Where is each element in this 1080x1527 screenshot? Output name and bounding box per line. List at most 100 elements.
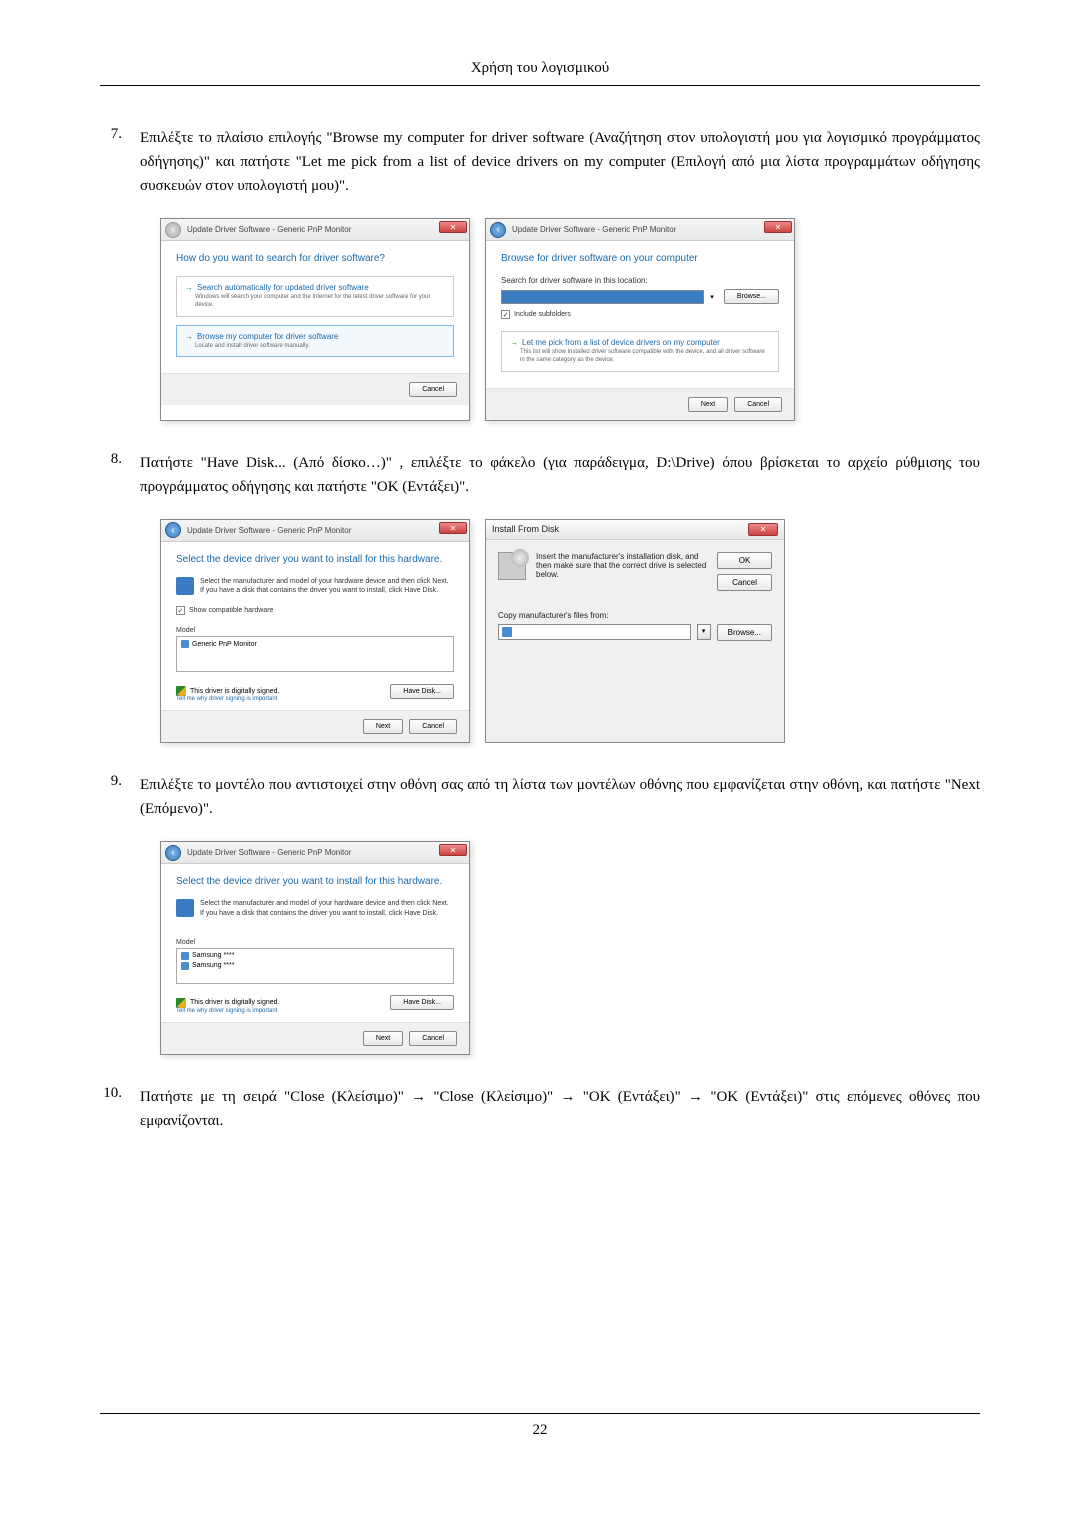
close-icon[interactable]: ✕ <box>748 523 778 536</box>
instruction-text: Insert the manufacturer's installation d… <box>536 552 707 579</box>
copy-from-label: Copy manufacturer's files from: <box>498 611 772 620</box>
instruction-text: Select the manufacturer and model of you… <box>200 577 454 597</box>
cancel-button[interactable]: Cancel <box>409 719 457 734</box>
titlebar: ‹ Update Driver Software - Generic PnP M… <box>161 219 469 241</box>
step-text: Επιλέξτε το μοντέλο που αντιστοιχεί στην… <box>140 773 980 821</box>
back-button[interactable]: ‹ <box>165 222 181 238</box>
dialog-heading: Select the device driver you want to ins… <box>176 876 454 887</box>
copy-from-combo[interactable] <box>498 624 691 640</box>
step-number: 8. <box>100 451 140 499</box>
signing-info-link[interactable]: Tell me why driver signing is important <box>176 1008 279 1014</box>
titlebar: ‹ Update Driver Software - Generic PnP M… <box>486 219 794 241</box>
back-button[interactable]: ‹ <box>490 222 506 238</box>
option-search-auto[interactable]: →Search automatically for updated driver… <box>176 276 454 317</box>
list-item[interactable]: Samsung **** <box>179 951 451 961</box>
dialog-select-model: ‹ Update Driver Software - Generic PnP M… <box>160 841 470 1055</box>
arrow-icon: → <box>510 338 518 347</box>
dropdown-arrow-icon[interactable]: ▾ <box>697 624 711 640</box>
option-pick-from-list[interactable]: → Let me pick from a list of device drive… <box>501 331 779 372</box>
page-header: Χρήση του λογισμικού <box>100 60 980 77</box>
model-listbox[interactable]: Samsung **** Samsung **** <box>176 948 454 984</box>
option-desc: Windows will search your computer and th… <box>195 294 445 310</box>
step-number: 7. <box>100 126 140 198</box>
next-button[interactable]: Next <box>363 719 403 734</box>
close-icon[interactable]: ✕ <box>764 221 792 233</box>
step-8: 8. Πατήστε "Have Disk... (Από δίσκο…)" ,… <box>100 451 980 499</box>
dialog-select-driver: ‹ Update Driver Software - Generic PnP M… <box>160 519 470 744</box>
device-icon <box>176 899 194 917</box>
monitor-icon <box>181 952 189 960</box>
step-9: 9. Επιλέξτε το μοντέλο που αντιστοιχεί σ… <box>100 773 980 821</box>
list-item-label: Samsung **** <box>192 962 234 969</box>
dialog-heading: Select the device driver you want to ins… <box>176 554 454 565</box>
have-disk-button[interactable]: Have Disk... <box>390 995 454 1010</box>
dialog-browse-driver: ‹ Update Driver Software - Generic PnP M… <box>485 218 795 421</box>
list-item-label: Samsung **** <box>192 952 234 959</box>
window-title: Install From Disk <box>492 524 559 534</box>
step-text: Πατήστε με τη σειρά "Close (Κλείσιμο)" →… <box>140 1085 980 1133</box>
step-7: 7. Επιλέξτε το πλαίσιο επιλογής "Browse … <box>100 126 980 198</box>
model-listbox[interactable]: Generic PnP Monitor <box>176 636 454 672</box>
browse-button[interactable]: Browse... <box>724 289 779 304</box>
titlebar: ‹ Update Driver Software - Generic PnP M… <box>161 520 469 542</box>
cancel-button[interactable]: Cancel <box>409 382 457 397</box>
next-button[interactable]: Next <box>688 397 728 412</box>
dialog-heading: Browse for driver software on your compu… <box>501 253 779 264</box>
checkbox-label: Show compatible hardware <box>189 607 273 614</box>
window-title: Update Driver Software - Generic PnP Mon… <box>187 225 351 234</box>
signing-info-link[interactable]: Tell me why driver signing is important <box>176 696 279 702</box>
shield-icon <box>176 686 186 696</box>
close-icon[interactable]: ✕ <box>439 221 467 233</box>
titlebar: Install From Disk ✕ <box>486 520 784 540</box>
signed-text: This driver is digitally signed. <box>190 688 279 695</box>
close-icon[interactable]: ✕ <box>439 522 467 534</box>
have-disk-button[interactable]: Have Disk... <box>390 684 454 699</box>
option-title: Let me pick from a list of device driver… <box>522 338 720 347</box>
page-number: 22 <box>533 1422 548 1438</box>
dialog-heading: How do you want to search for driver sof… <box>176 253 454 264</box>
close-icon[interactable]: ✕ <box>439 844 467 856</box>
device-icon <box>176 577 194 595</box>
folder-icon <box>502 627 512 637</box>
window-title: Update Driver Software - Generic PnP Mon… <box>512 225 676 234</box>
cancel-button[interactable]: Cancel <box>734 397 782 412</box>
shield-icon <box>176 998 186 1008</box>
back-button[interactable]: ‹ <box>165 845 181 861</box>
back-button[interactable]: ‹ <box>165 522 181 538</box>
dialog-search-driver: ‹ Update Driver Software - Generic PnP M… <box>160 218 470 421</box>
option-desc: Locate and install driver software manua… <box>195 343 445 351</box>
monitor-icon <box>181 962 189 970</box>
cancel-button[interactable]: Cancel <box>717 574 772 591</box>
include-subfolders-checkbox[interactable]: ✓ <box>501 310 510 319</box>
option-title: Browse my computer for driver software <box>197 332 338 341</box>
model-column-header: Model <box>176 939 454 946</box>
window-title: Update Driver Software - Generic PnP Mon… <box>187 526 351 535</box>
next-button[interactable]: Next <box>363 1031 403 1046</box>
browse-button[interactable]: Browse... <box>717 624 772 641</box>
option-title: Search automatically for updated driver … <box>197 283 369 292</box>
instruction-text: Select the manufacturer and model of you… <box>200 899 454 919</box>
header-divider <box>100 85 980 86</box>
step-number: 10. <box>100 1085 140 1133</box>
ok-button[interactable]: OK <box>717 552 772 569</box>
model-column-header: Model <box>176 627 454 634</box>
list-item[interactable]: Generic PnP Monitor <box>179 639 451 649</box>
location-input[interactable] <box>501 290 704 304</box>
list-item-label: Generic PnP Monitor <box>192 641 257 648</box>
search-location-label: Search for driver software in this locat… <box>501 276 779 285</box>
option-browse-computer[interactable]: →Browse my computer for driver software … <box>176 325 454 358</box>
step-number: 9. <box>100 773 140 821</box>
step-text: Πατήστε "Have Disk... (Από δίσκο…)" , επ… <box>140 451 980 499</box>
option-desc: This list will show installed driver sof… <box>520 349 770 365</box>
signed-text: This driver is digitally signed. <box>190 999 279 1006</box>
step-text: Επιλέξτε το πλαίσιο επιλογής "Browse my … <box>140 126 980 198</box>
show-compatible-checkbox[interactable]: ✓ <box>176 606 185 615</box>
disk-icon <box>498 552 526 580</box>
dialog-install-from-disk: Install From Disk ✕ Insert the manufactu… <box>485 519 785 744</box>
step-10: 10. Πατήστε με τη σειρά "Close (Κλείσιμο… <box>100 1085 980 1133</box>
checkbox-label: Include subfolders <box>514 311 571 318</box>
window-title: Update Driver Software - Generic PnP Mon… <box>187 848 351 857</box>
cancel-button[interactable]: Cancel <box>409 1031 457 1046</box>
dropdown-arrow-icon[interactable]: ▾ <box>710 293 714 301</box>
list-item[interactable]: Samsung **** <box>179 961 451 971</box>
